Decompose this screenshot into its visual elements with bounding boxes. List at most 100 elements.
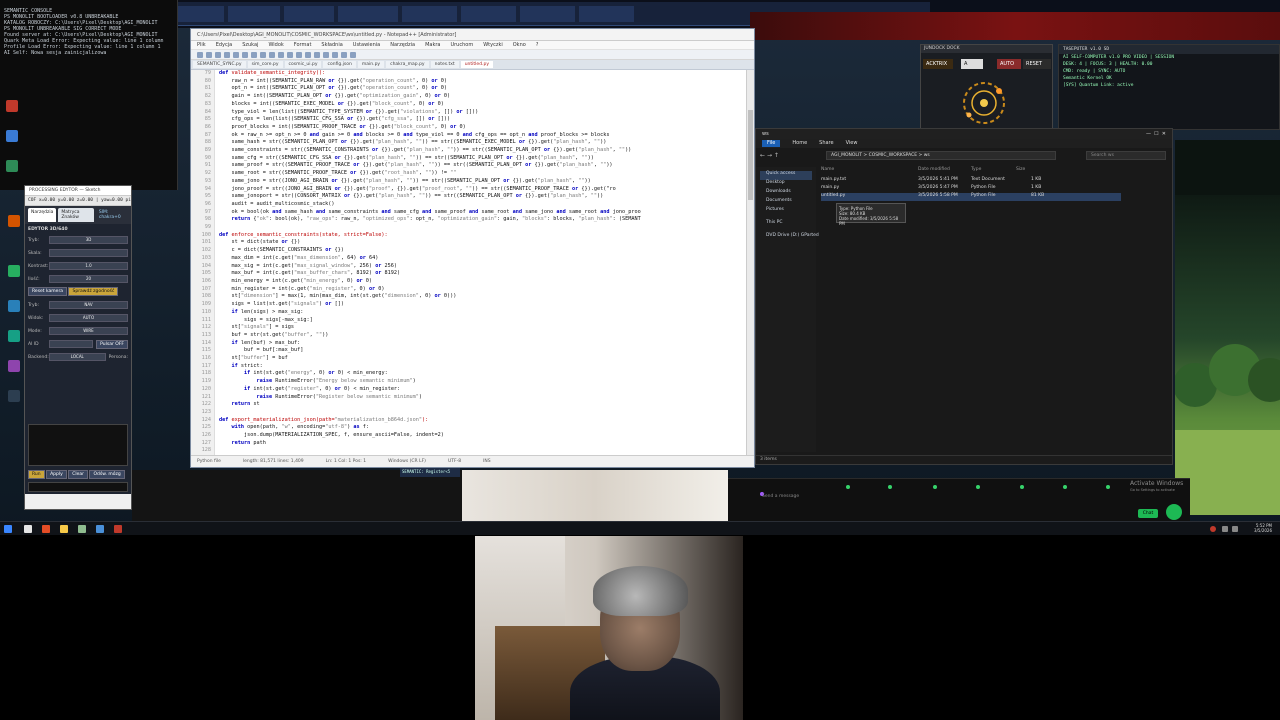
file-tab[interactable]: chakra_map.py [386, 61, 429, 68]
file-tab[interactable]: notes.txt [430, 61, 459, 68]
app-icon[interactable] [8, 390, 20, 402]
nav-quick-access[interactable]: Quick access [760, 171, 812, 180]
a-button[interactable]: A [961, 59, 983, 69]
notepad-icon[interactable] [78, 525, 86, 533]
start-icon[interactable] [4, 525, 12, 533]
file-row-selected[interactable]: untitled.py 3/5/2026 5:58 PM Python File… [821, 193, 1121, 201]
new-file-icon[interactable] [197, 52, 203, 58]
app-icon[interactable] [114, 525, 122, 533]
contrast-slider[interactable]: 1.0 [49, 262, 128, 270]
auto-button[interactable]: AUTO [997, 59, 1021, 69]
view-select[interactable]: AUTO [49, 314, 128, 322]
find-icon[interactable] [296, 52, 302, 58]
zoom-in-icon[interactable] [314, 52, 320, 58]
menu-item[interactable]: Uruchom [450, 42, 473, 48]
terminal-icon[interactable] [96, 525, 104, 533]
ai-id-field[interactable] [49, 340, 94, 348]
up-arrow-icon[interactable]: ↑ [774, 152, 779, 159]
minimize-icon[interactable]: — [1146, 131, 1151, 137]
browser-tab[interactable] [520, 6, 575, 22]
browser-tab[interactable] [228, 6, 280, 22]
replace-icon[interactable] [305, 52, 311, 58]
macro-play-icon[interactable] [350, 52, 356, 58]
clear-button[interactable]: Clear [68, 470, 89, 479]
backend-select[interactable]: LOCAL [49, 353, 106, 361]
browser-tab[interactable] [338, 6, 398, 22]
header-type[interactable]: Type [971, 167, 981, 172]
folder-icon[interactable] [60, 525, 68, 533]
menu-item[interactable]: Okno [513, 42, 526, 48]
nav-select[interactable]: NAV [49, 301, 128, 309]
check-button[interactable]: Sprawdź zgodność [68, 287, 119, 296]
prompt-area[interactable] [28, 424, 128, 466]
header-name[interactable]: Name [821, 167, 834, 172]
ribbon-home[interactable]: Home [792, 140, 807, 147]
open-icon[interactable] [206, 52, 212, 58]
zoom-out-icon[interactable] [323, 52, 329, 58]
save-icon[interactable] [215, 52, 221, 58]
reset-button[interactable]: RESET [1023, 59, 1051, 69]
paste-icon[interactable] [269, 52, 275, 58]
browser-tab[interactable] [579, 6, 634, 22]
save-all-icon[interactable] [224, 52, 230, 58]
ribbon-view[interactable]: View [846, 140, 858, 147]
file-tab[interactable]: sim_core.py [247, 61, 283, 68]
cut-icon[interactable] [251, 52, 257, 58]
macro-record-icon[interactable] [341, 52, 347, 58]
chat-input[interactable]: Send a message [760, 492, 1060, 502]
menu-item[interactable]: Edycja [216, 42, 233, 48]
file-tab[interactable]: main.py [357, 61, 385, 68]
browser-tab[interactable] [461, 6, 516, 22]
print-icon[interactable] [242, 52, 248, 58]
forward-arrow-icon[interactable]: → [767, 152, 772, 159]
network-icon[interactable] [1222, 526, 1228, 532]
tab-narzedzia[interactable]: Narzędzia [28, 208, 57, 222]
terminal-console[interactable]: SEMANTIC CONSOLE PS MONOLIT BOOTLOADER v… [0, 0, 178, 190]
app-icon[interactable] [8, 300, 20, 312]
nav-dvd-drive[interactable]: DVD Drive (D:) GParted [760, 233, 819, 242]
menu-item[interactable]: Składnia [321, 42, 342, 48]
file-tab[interactable]: SEMANTIC_SYNC.py [193, 61, 246, 68]
app-icon[interactable] [8, 330, 20, 342]
tab-matryca[interactable]: Matryca Znaków [58, 208, 94, 222]
nav-downloads[interactable]: Downloads [760, 189, 812, 198]
app-icon[interactable] [8, 215, 20, 227]
app-icon[interactable] [8, 360, 20, 372]
mode-select[interactable]: 3D [49, 236, 128, 244]
scale-slider[interactable] [49, 249, 128, 257]
app-icon[interactable] [6, 100, 18, 112]
header-size[interactable]: Size [1016, 167, 1025, 172]
menu-item[interactable]: Narzędzia [390, 42, 415, 48]
file-tab[interactable]: cosmic_ui.py [284, 61, 322, 68]
browser-tab[interactable] [174, 6, 224, 22]
acktrix-button[interactable]: ACKTRIX [923, 59, 953, 69]
nav-desktop[interactable]: Desktop [760, 180, 812, 189]
apply-button[interactable]: Apply [46, 470, 67, 479]
file-row[interactable]: main.py 3/5/2026 5:47 PM Python File 1 K… [821, 185, 1121, 193]
file-tab-active[interactable]: untitled.py [460, 61, 494, 68]
menu-item[interactable]: Wtyczki [483, 42, 503, 48]
ribbon-share[interactable]: Share [819, 140, 833, 147]
copy-icon[interactable] [260, 52, 266, 58]
app-icon[interactable] [6, 160, 18, 172]
file-row[interactable]: main.py.txt 3/5/2026 5:41 PM Text Docume… [821, 177, 1121, 185]
tray-icon[interactable] [1210, 526, 1216, 532]
menu-item[interactable]: Widok [268, 42, 283, 48]
nav-pictures[interactable]: Pictures [760, 207, 812, 216]
menu-item[interactable]: Makra [425, 42, 440, 48]
scroll-thumb[interactable] [748, 110, 753, 200]
nav-documents[interactable]: Documents [760, 198, 812, 207]
refresh-brain-button[interactable]: Odśw. mózg [89, 470, 125, 479]
chat-send-button[interactable]: Chat [1138, 509, 1158, 518]
code-text[interactable]: def validate_semantic_integrity(): raw_n… [219, 70, 739, 456]
tab-sim[interactable]: SIM: chakra+0 [95, 208, 128, 222]
close-icon[interactable]: ✕ [1162, 131, 1166, 137]
maximize-icon[interactable]: ☐ [1154, 131, 1158, 137]
app-icon[interactable] [6, 130, 18, 142]
run-button[interactable]: Run [28, 470, 45, 479]
browser-tab[interactable] [284, 6, 334, 22]
menu-item[interactable]: Plik [197, 42, 206, 48]
address-bar[interactable]: AGI_MONOLIT > COSMIC_WORKSPACE > ws [826, 151, 1056, 160]
back-arrow-icon[interactable]: ← [760, 152, 765, 159]
wire-select[interactable]: WIRE [49, 327, 128, 335]
